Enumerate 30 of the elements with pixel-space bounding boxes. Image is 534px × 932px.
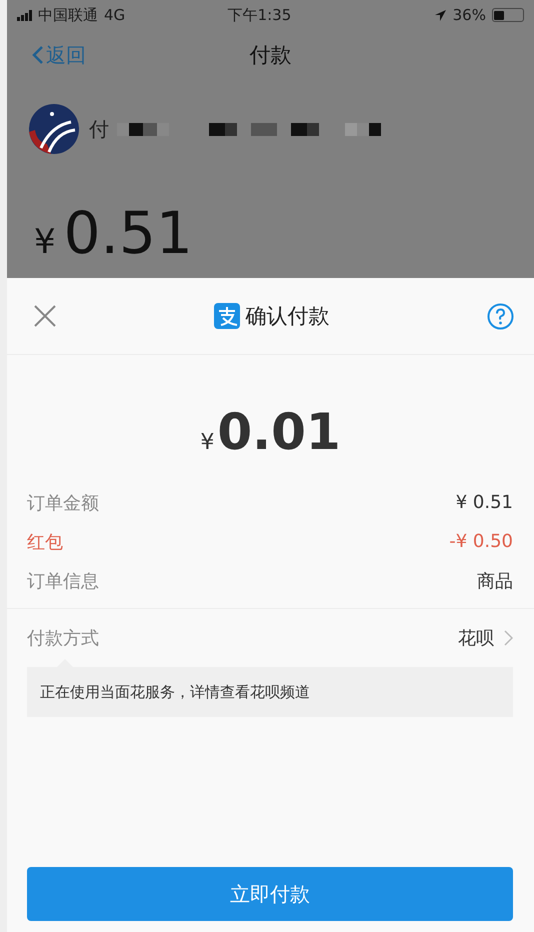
payment-method-selector[interactable]: 花呗 [458, 626, 513, 650]
payment-amount: 0.01 [217, 403, 341, 461]
location-arrow-icon [434, 8, 447, 22]
battery-icon [492, 8, 524, 22]
currency-sign: ¥ [200, 430, 214, 455]
page-title: 付款 [250, 43, 292, 67]
row-label: 红包 [27, 530, 63, 554]
signal-icon [17, 10, 32, 20]
back-chevron-icon [32, 45, 44, 65]
sheet-title: 确认付款 [246, 303, 330, 330]
pay-button[interactable]: 立即付款 [27, 867, 513, 921]
order-amount: 0.51 [64, 204, 193, 262]
network-type: 4G [104, 6, 126, 24]
clock-time: 下午1:35 [228, 6, 292, 24]
row-label: 付款方式 [27, 627, 99, 650]
row-value: -¥ 0.50 [449, 531, 513, 552]
help-icon[interactable] [487, 302, 514, 330]
close-icon[interactable] [34, 305, 56, 327]
notice-text: 正在使用当面花服务，详情查看花呗频道 [40, 682, 310, 702]
row-label: 订单金额 [27, 492, 99, 514]
merchant-name: 付 [89, 116, 109, 142]
battery-percent: 36% [452, 6, 486, 24]
row-label: 订单信息 [27, 570, 99, 592]
row-value: ¥ 0.51 [456, 492, 513, 513]
row-value: 商品 [477, 570, 513, 592]
app-logo-icon [214, 303, 240, 329]
carrier-name: 中国联通 [38, 6, 98, 24]
currency-sign: ¥ [34, 222, 56, 262]
chevron-right-icon [504, 630, 513, 646]
merchant-logo-icon [27, 102, 81, 156]
